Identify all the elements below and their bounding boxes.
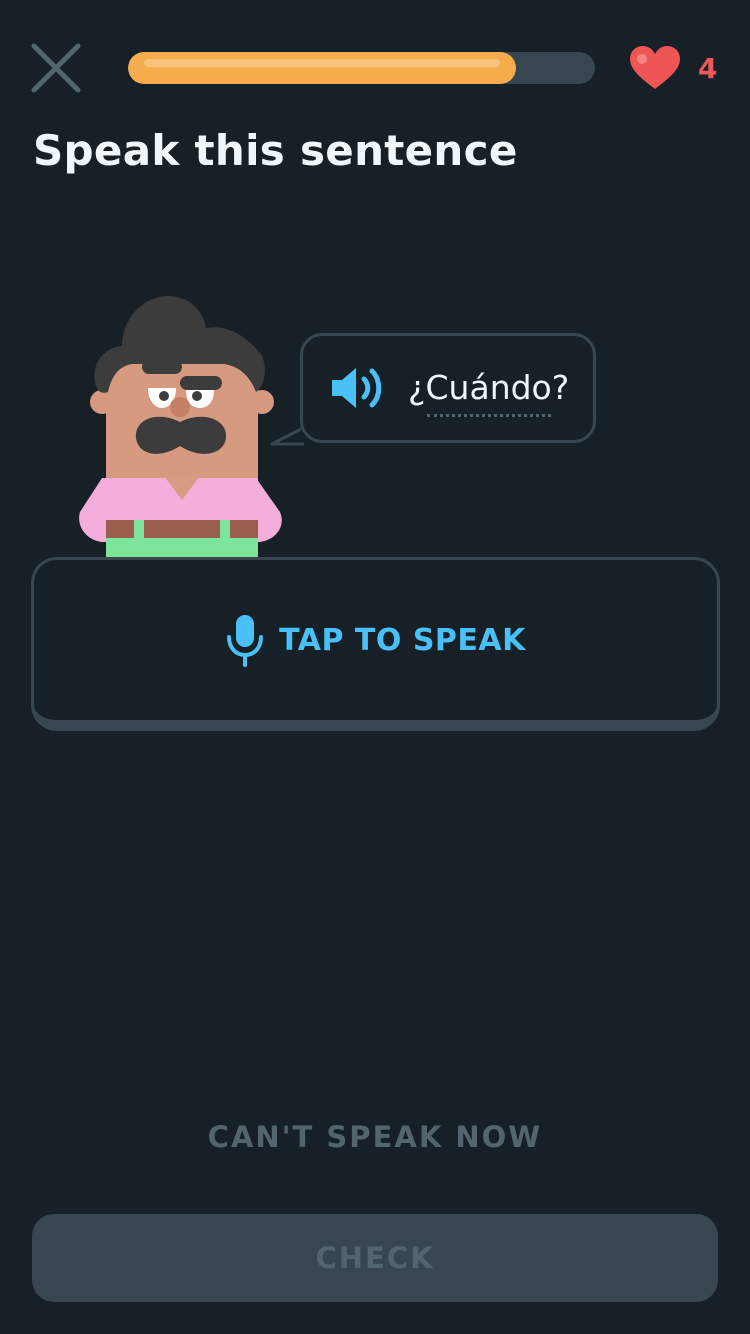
progress-shine	[144, 59, 500, 67]
character-illustration	[79, 296, 282, 558]
close-button[interactable]	[28, 40, 84, 96]
hearts-count: 4	[698, 51, 718, 85]
close-icon	[31, 43, 81, 93]
spoken-phrase[interactable]: ¿Cuándo?	[408, 368, 569, 407]
check-button-label: CHECK	[315, 1241, 435, 1275]
progress-fill	[128, 52, 516, 84]
tap-to-speak-label: TAP TO SPEAK	[279, 622, 526, 658]
hearts-counter[interactable]: 4	[628, 44, 717, 92]
tap-to-speak-button[interactable]: TAP TO SPEAK	[31, 557, 720, 731]
check-button[interactable]: CHECK	[32, 1214, 718, 1302]
page-title: Speak this sentence	[33, 126, 518, 175]
cant-speak-now-button[interactable]: CAN'T SPEAK NOW	[0, 1120, 750, 1154]
heart-icon	[630, 46, 680, 89]
phrase-hint-underline	[427, 414, 551, 417]
play-audio-button[interactable]	[330, 365, 388, 411]
microphone-icon	[227, 615, 264, 667]
lesson-progress-bar	[128, 52, 595, 84]
speaker-icon	[332, 368, 382, 408]
